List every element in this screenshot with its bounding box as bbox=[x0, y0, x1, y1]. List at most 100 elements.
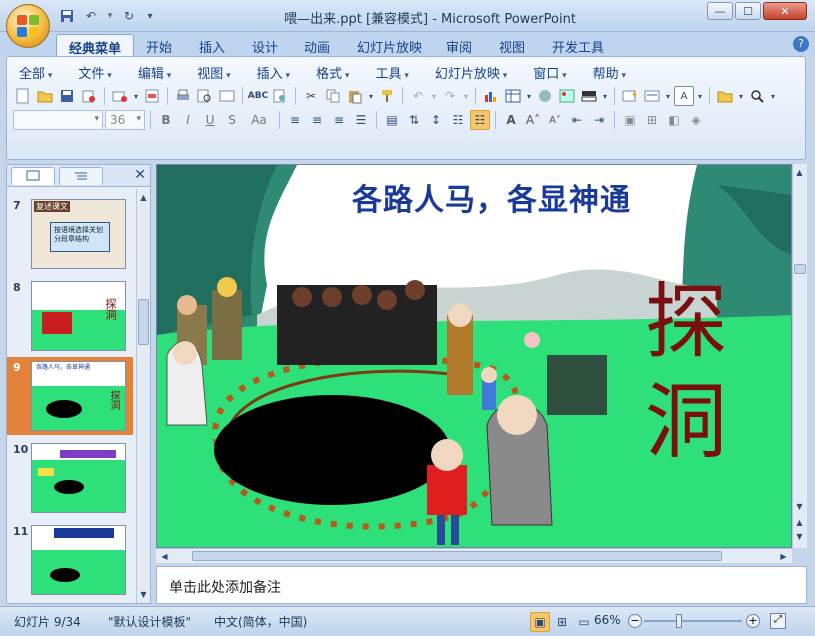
scroll-up-icon[interactable]: ▲ bbox=[137, 191, 150, 204]
menu-view[interactable]: 视图 bbox=[189, 63, 238, 82]
tab-insert[interactable]: 插入 bbox=[187, 34, 237, 56]
slide-design-icon[interactable] bbox=[642, 86, 662, 106]
text-box-dropdown-icon[interactable]: ▾ bbox=[696, 86, 704, 106]
slide-horizontal-scrollbar[interactable]: ◀ ▶ bbox=[156, 548, 792, 563]
fill-color-icon[interactable]: ◈ bbox=[686, 110, 706, 130]
minimize-button[interactable]: — bbox=[707, 2, 733, 20]
save-icon[interactable] bbox=[58, 7, 76, 25]
menu-format[interactable]: 格式 bbox=[308, 63, 357, 82]
paste-icon[interactable] bbox=[345, 86, 365, 106]
tab-view[interactable]: 视图 bbox=[487, 34, 537, 56]
italic-button[interactable]: I bbox=[178, 110, 198, 130]
insert-object-icon[interactable] bbox=[535, 86, 555, 106]
new-icon[interactable] bbox=[13, 86, 33, 106]
scroll-thumb[interactable] bbox=[138, 299, 149, 345]
slide-thumbnail-selected[interactable]: 9 各路人马，各显神通 探洞 bbox=[7, 357, 133, 435]
print-icon[interactable] bbox=[173, 86, 193, 106]
menu-help[interactable]: 帮助 bbox=[585, 63, 634, 82]
grayscale-dropdown-icon[interactable]: ▾ bbox=[601, 86, 609, 106]
shrink-font-icon[interactable]: A˅ bbox=[545, 110, 565, 130]
slide-thumbnail[interactable]: 10 bbox=[7, 439, 133, 517]
slide-vertical-scrollbar[interactable]: ▲ ▼ ▲ ▼ bbox=[792, 164, 807, 548]
slide-sorter-icon[interactable]: ⊞ bbox=[552, 612, 572, 632]
grow-font-icon[interactable]: A˄ bbox=[523, 110, 543, 130]
spelling-icon[interactable]: ABC bbox=[248, 86, 268, 106]
zoom-level[interactable]: 66% bbox=[594, 613, 621, 627]
scroll-thumb[interactable] bbox=[794, 264, 806, 274]
chart-icon[interactable] bbox=[481, 86, 501, 106]
new-slide-icon[interactable]: ✦ bbox=[620, 86, 640, 106]
decrease-indent-icon[interactable]: ⇤ bbox=[567, 110, 587, 130]
email-icon[interactable] bbox=[110, 86, 130, 106]
scroll-down-icon[interactable]: ▼ bbox=[793, 500, 806, 513]
normal-view-icon[interactable]: ▣ bbox=[530, 612, 550, 632]
bold-button[interactable]: B bbox=[156, 110, 176, 130]
menu-tools[interactable]: 工具 bbox=[367, 63, 416, 82]
font-color-icon[interactable]: A bbox=[501, 110, 521, 130]
font-size-box[interactable]: 36 bbox=[105, 110, 145, 130]
undo-dropdown-icon[interactable]: ▾ bbox=[106, 7, 114, 25]
folder-icon[interactable] bbox=[715, 86, 735, 106]
maximize-button[interactable]: ☐ bbox=[735, 2, 761, 20]
slideshow-view-icon[interactable]: ▭ bbox=[574, 612, 594, 632]
zoom-out-icon[interactable]: − bbox=[628, 614, 642, 628]
notes-placeholder[interactable]: 单击此处添加备注 bbox=[169, 577, 281, 597]
slide-title[interactable]: 各路人马，各显神通 bbox=[352, 175, 631, 219]
format-painter-icon[interactable] bbox=[377, 86, 397, 106]
open-icon[interactable] bbox=[35, 86, 55, 106]
tab-slides[interactable] bbox=[11, 167, 55, 185]
slide-thumbnail[interactable]: 7 复述课文 按语境选择关划分段章结构 bbox=[7, 195, 133, 273]
align-left-icon[interactable]: ≡ bbox=[285, 110, 305, 130]
align-right-icon[interactable]: ≡ bbox=[329, 110, 349, 130]
zoom-slider-track[interactable] bbox=[644, 620, 742, 622]
tab-review[interactable]: 审阅 bbox=[434, 34, 484, 56]
customize-qat-icon[interactable]: ▾ bbox=[144, 7, 156, 25]
folder-dropdown-icon[interactable]: ▾ bbox=[737, 86, 745, 106]
tab-outline[interactable] bbox=[59, 167, 103, 185]
slide-thumbnail[interactable]: 11 bbox=[7, 521, 133, 599]
shadow-button[interactable]: S bbox=[222, 110, 242, 130]
slide-thumbnail[interactable]: 8 探洞 bbox=[7, 277, 133, 355]
pdf-icon[interactable] bbox=[142, 86, 162, 106]
arrange-icon[interactable]: ⊞ bbox=[642, 110, 662, 130]
redo-dropdown-icon[interactable]: ▾ bbox=[462, 86, 470, 106]
zoom-in-icon[interactable]: + bbox=[746, 614, 760, 628]
color-grayscale-icon[interactable] bbox=[579, 86, 599, 106]
fit-to-window-icon[interactable]: ⤢ bbox=[770, 613, 786, 629]
tab-home[interactable]: 开始 bbox=[134, 34, 184, 56]
tab-design[interactable]: 设计 bbox=[240, 34, 290, 56]
undo-dropdown-icon[interactable]: ▾ bbox=[430, 86, 438, 106]
numbering-icon[interactable]: ☷ bbox=[470, 110, 490, 130]
justify-icon[interactable]: ☰ bbox=[351, 110, 371, 130]
change-case-button[interactable]: Aa bbox=[244, 110, 274, 130]
tab-classic-menu[interactable]: 经典菜单 bbox=[56, 34, 135, 57]
font-color-box-icon[interactable]: A bbox=[674, 86, 694, 106]
menu-insert[interactable]: 插入 bbox=[249, 63, 298, 82]
previous-slide-icon[interactable]: ▲ bbox=[793, 516, 806, 529]
menu-all[interactable]: 全部 bbox=[11, 63, 60, 82]
redo-icon[interactable]: ↻ bbox=[120, 7, 138, 25]
email-dropdown-icon[interactable]: ▾ bbox=[132, 86, 140, 106]
tab-animation[interactable]: 动画 bbox=[292, 34, 342, 56]
close-button[interactable]: ✕ bbox=[763, 2, 807, 20]
table-icon[interactable] bbox=[503, 86, 523, 106]
font-name-box[interactable] bbox=[13, 110, 103, 130]
text-direction-icon[interactable]: ⇅ bbox=[404, 110, 424, 130]
thumbnails-scrollbar[interactable]: ▲ ▼ bbox=[136, 189, 150, 603]
scroll-thumb[interactable] bbox=[192, 551, 722, 561]
insert-picture-icon[interactable] bbox=[557, 86, 577, 106]
menu-window[interactable]: 窗口 bbox=[525, 63, 574, 82]
scroll-left-icon[interactable]: ◀ bbox=[158, 550, 171, 563]
cut-icon[interactable]: ✂ bbox=[301, 86, 321, 106]
close-pane-icon[interactable]: ✕ bbox=[134, 167, 146, 183]
scroll-up-icon[interactable]: ▲ bbox=[793, 166, 806, 179]
table-dropdown-icon[interactable]: ▾ bbox=[525, 86, 533, 106]
zoom-dropdown-icon[interactable]: ▾ bbox=[769, 86, 777, 106]
redo-icon[interactable]: ↷ bbox=[440, 86, 460, 106]
permission-icon[interactable] bbox=[79, 86, 99, 106]
underline-button[interactable]: U bbox=[200, 110, 220, 130]
language-status[interactable]: 中文(简体，中国) bbox=[214, 613, 307, 630]
zoom-slider-thumb[interactable] bbox=[676, 614, 682, 628]
next-slide-icon[interactable]: ▼ bbox=[793, 530, 806, 543]
menu-edit[interactable]: 编辑 bbox=[130, 63, 179, 82]
